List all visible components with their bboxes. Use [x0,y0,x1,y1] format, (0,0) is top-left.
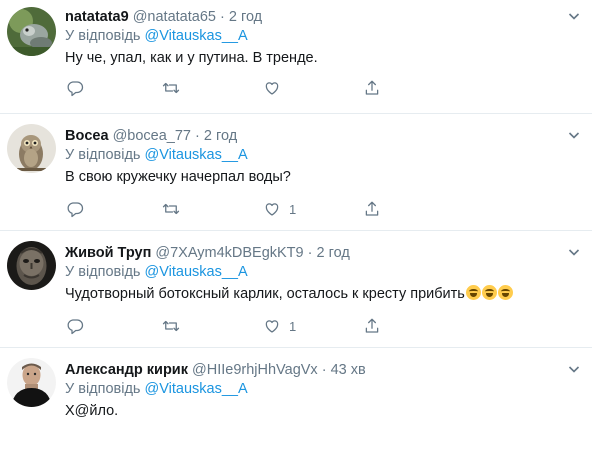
timestamp[interactable]: 2 год [204,128,237,144]
tweet-text-line: Чудотворный ботоксный карлик, осталось к… [65,284,572,304]
tweet-actions [66,78,396,100]
chevron-down-icon[interactable] [568,246,580,258]
like-button[interactable]: 1 [263,316,296,336]
separator-dot: · [220,9,225,25]
reply-context: У відповідь @Vitauskas__A [65,146,572,165]
tweet[interactable]: Живой Труп @7XAym4kDBEgkKT9 · 2 год У ві… [0,231,592,348]
user-handle[interactable]: @bocea_77 [113,128,191,144]
display-name[interactable]: natatata9 [65,9,129,25]
tweet-actions: 1 [66,316,396,338]
reply-button[interactable] [66,199,84,219]
tweet-content: Александр кирик @HIIe9rhjHhVagVx · 43 хв… [65,361,572,421]
reply-mention-link[interactable]: @Vitauskas__A [145,381,248,397]
display-name[interactable]: Живой Труп [65,245,151,261]
chevron-down-icon[interactable] [568,129,580,141]
separator-dot: · [307,245,313,261]
share-icon [365,80,379,95]
display-name[interactable]: Александр кирик [65,362,188,378]
share-icon [365,201,379,216]
tweet-content: Bocea @bocea_77 · 2 год У відповідь @Vit… [65,127,572,187]
chevron-down-icon[interactable] [568,10,580,22]
timestamp[interactable]: 43 хв [331,362,366,378]
avatar[interactable] [7,124,56,173]
reply-context: У відповідь @Vitauskas__A [65,263,572,282]
display-name[interactable]: Bocea [65,128,109,144]
tweet[interactable]: Bocea @bocea_77 · 2 год У відповідь @Vit… [0,114,592,231]
reply-feed: natatata9 @natatata65 · 2 год У відповід… [0,0,592,465]
tweet-text: В свою кружечку начерпал воды? [65,169,291,185]
share-button[interactable] [363,78,381,98]
tweet-text: Х@йло. [65,403,119,419]
reply-icon [67,81,84,97]
retweet-icon [162,203,180,215]
chevron-down-icon[interactable] [568,363,580,375]
share-button[interactable] [363,316,381,336]
reply-context: У відповідь @Vitauskas__A [65,27,572,46]
reply-button[interactable] [66,316,84,336]
separator-dot: · [195,128,200,144]
reply-prefix: У відповідь [65,381,141,397]
heart-icon [265,320,279,333]
heart-icon [265,82,279,95]
like-count: 1 [289,201,297,217]
face-with-tears-of-joy-icon [497,285,513,300]
like-count: 1 [289,318,297,334]
retweet-button[interactable] [162,316,180,336]
retweet-button[interactable] [162,199,180,219]
face-with-tears-of-joy-icon [465,285,481,300]
user-handle[interactable]: @natatata65 [133,9,216,25]
retweet-icon [162,82,180,94]
tweet[interactable]: natatata9 @natatata65 · 2 год У відповід… [0,0,592,114]
tweet-header: Живой Труп @7XAym4kDBEgkKT9 · 2 год [65,244,572,263]
retweet-button[interactable] [162,78,180,98]
reply-mention-link[interactable]: @Vitauskas__A [145,264,248,280]
share-icon [365,318,379,333]
share-button[interactable] [363,199,381,219]
avatar[interactable] [7,7,56,56]
retweet-icon [162,320,180,332]
tweet-text: Ну че, упал, как и у путина. В тренде. [65,50,318,66]
timestamp[interactable]: 2 год [317,245,350,261]
face-with-tears-of-joy-icon [481,285,497,300]
user-handle[interactable]: @HIIe9rhjHhVagVx [192,362,318,378]
tweet-header: Bocea @bocea_77 · 2 год [65,127,572,146]
reply-mention-link[interactable]: @Vitauskas__A [145,147,248,163]
reply-prefix: У відповідь [65,28,141,44]
avatar[interactable] [7,358,56,407]
reply-prefix: У відповідь [65,147,141,163]
reply-icon [67,202,84,218]
tweet[interactable]: Александр кирик @HIIe9rhjHhVagVx · 43 хв… [0,348,592,465]
like-button[interactable] [263,78,289,98]
tweet-header: natatata9 @natatata65 · 2 год [65,8,572,27]
reply-context: У відповідь @Vitauskas__A [65,380,572,399]
reply-icon [67,319,84,335]
avatar[interactable] [7,241,56,290]
tweet-header: Александр кирик @HIIe9rhjHhVagVx · 43 хв [65,361,572,380]
tweet-actions: 1 [66,199,396,221]
like-button[interactable]: 1 [263,199,296,219]
tweet-content: natatata9 @natatata65 · 2 год У відповід… [65,8,572,68]
reply-mention-link[interactable]: @Vitauskas__A [145,28,248,44]
timestamp[interactable]: 2 год [229,9,262,25]
tweet-text: Чудотворный ботоксный карлик, осталось к… [65,286,465,302]
user-handle[interactable]: @7XAym4kDBEgkKT9 [155,245,303,261]
reply-prefix: У відповідь [65,264,141,280]
separator-dot: · [321,362,327,378]
reply-button[interactable] [66,78,84,98]
tweet-content: Живой Труп @7XAym4kDBEgkKT9 · 2 год У ві… [65,244,572,304]
heart-icon [265,203,279,216]
